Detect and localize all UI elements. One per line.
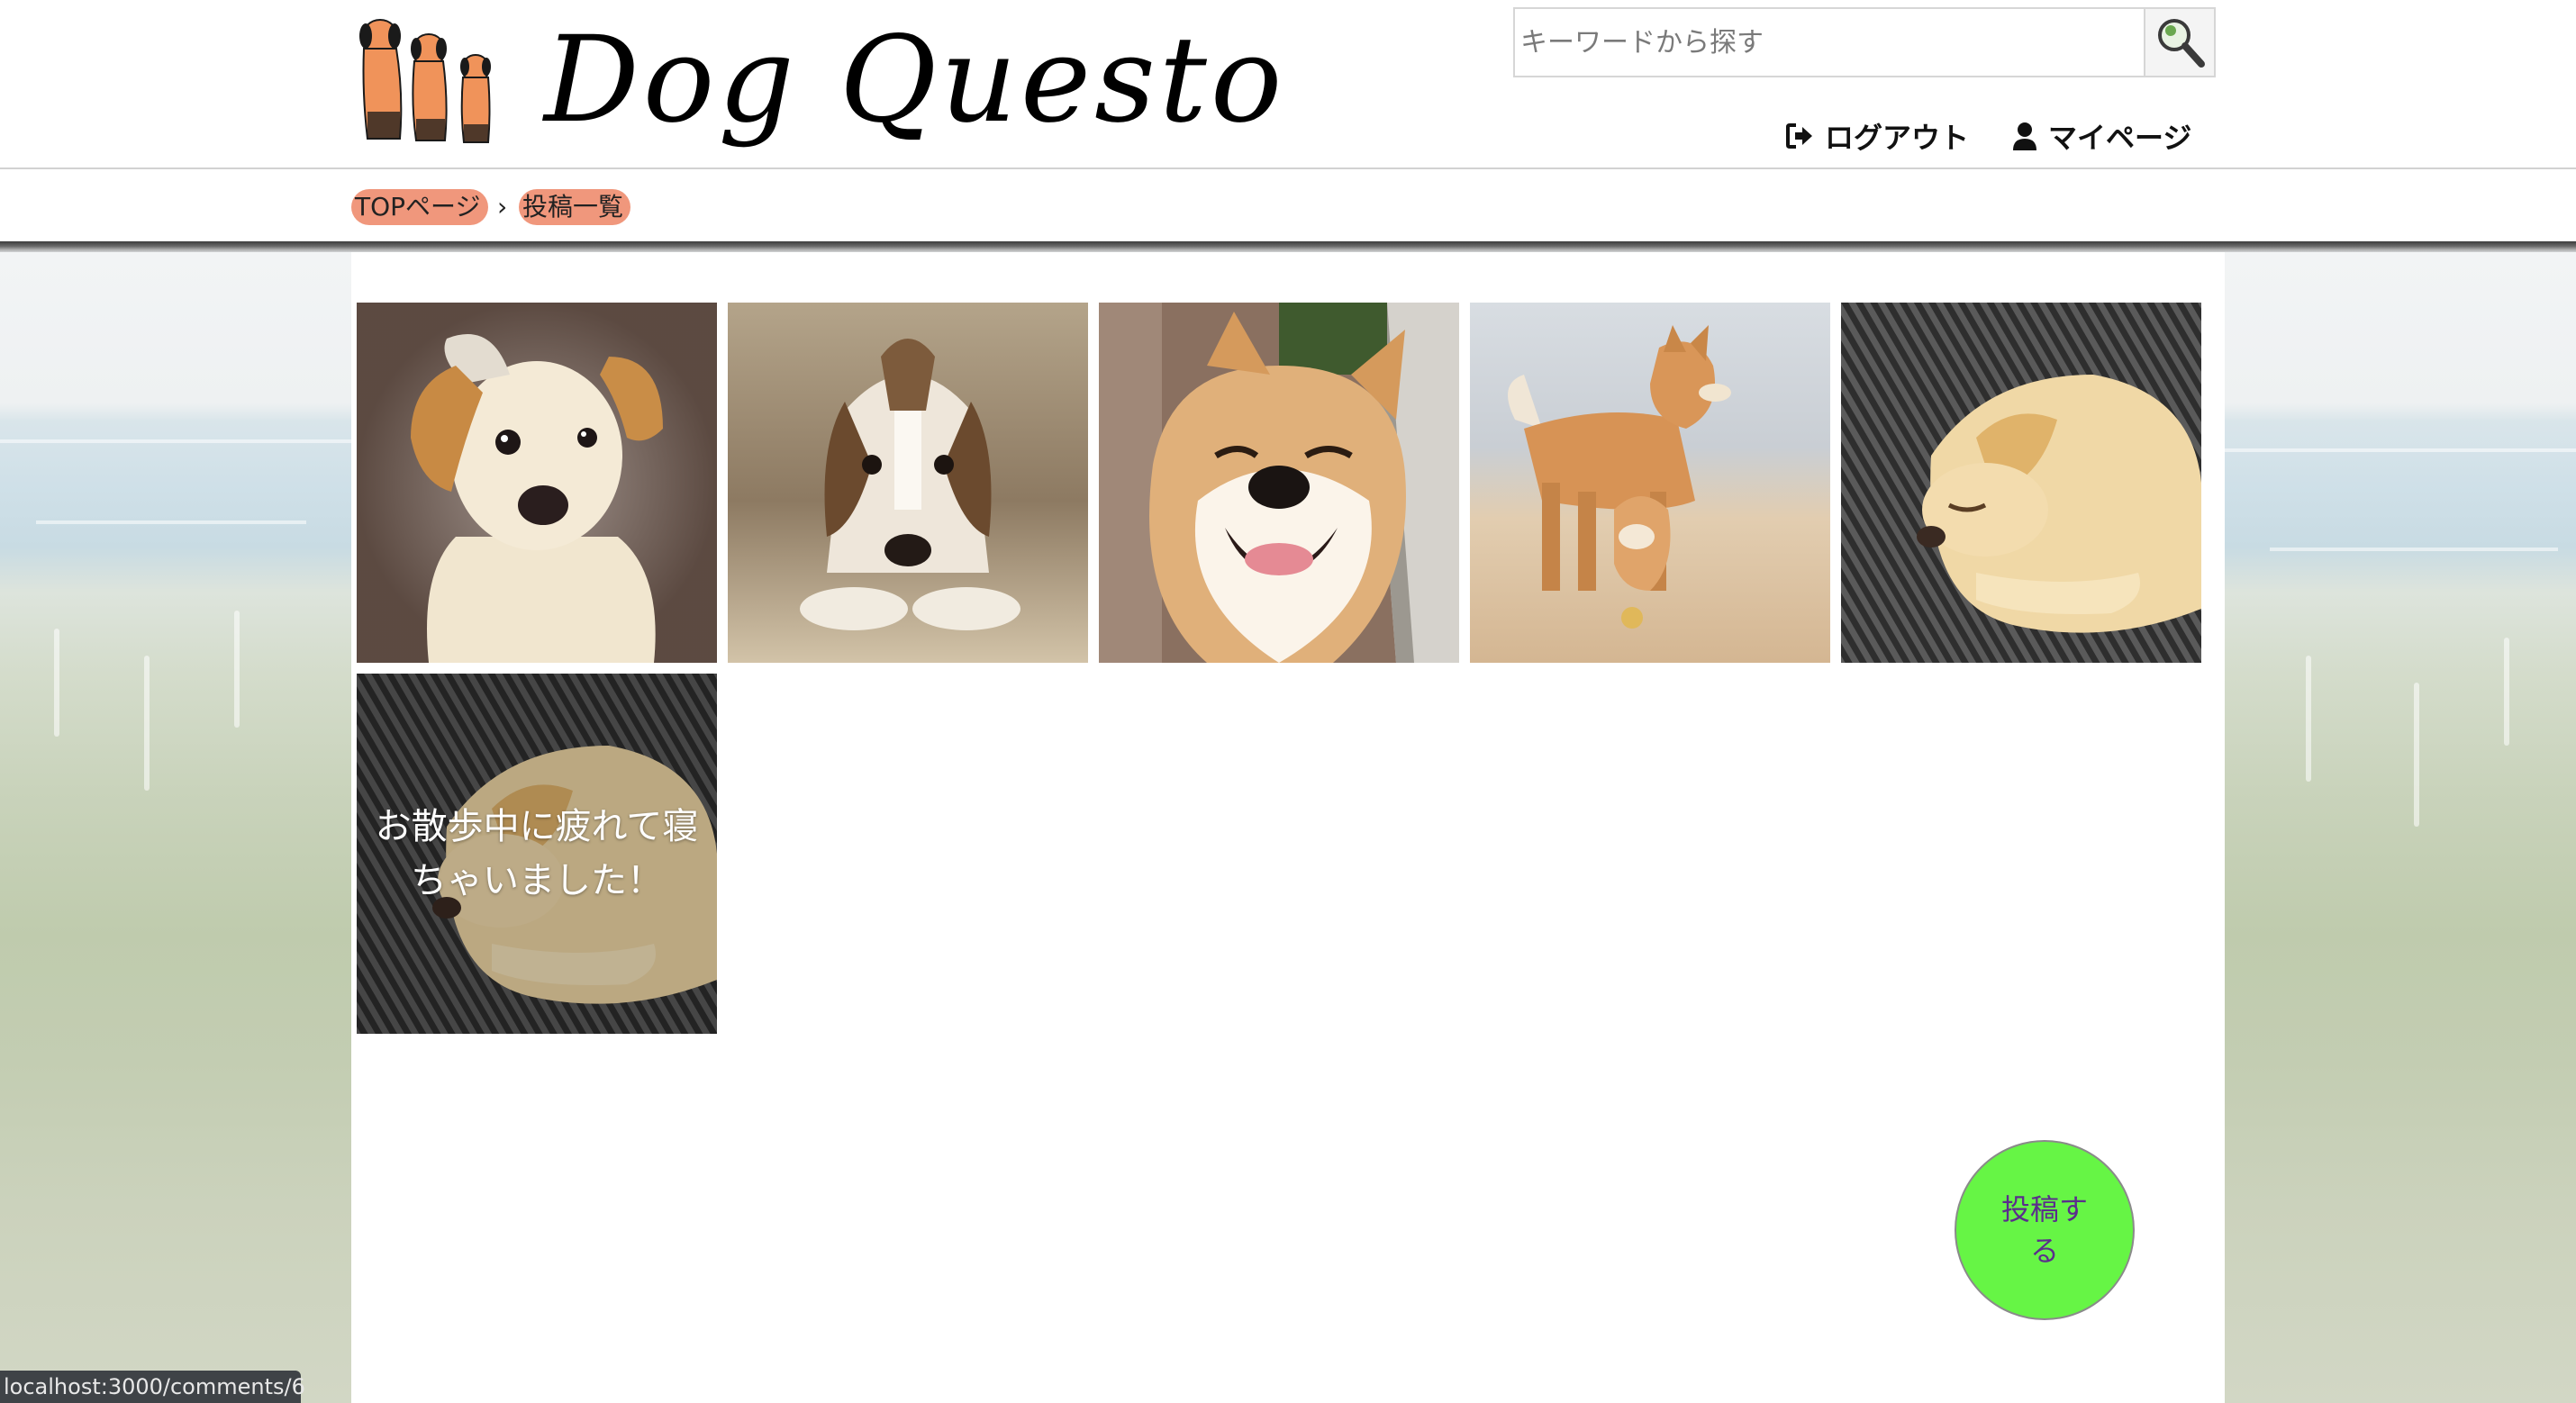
breadcrumb-item-top[interactable]: TOPページ xyxy=(351,189,488,225)
logo-dogs-icon[interactable] xyxy=(355,13,503,148)
post-photo xyxy=(357,303,717,663)
site-header: Dog Questo ログアウト マイページ xyxy=(0,0,2576,169)
post-tile[interactable] xyxy=(1470,303,1830,663)
post-photo xyxy=(1470,303,1830,663)
breadcrumb-separator: › xyxy=(497,192,508,222)
logout-label: ログアウト xyxy=(1825,121,1970,155)
mypage-link[interactable]: マイページ xyxy=(2012,115,2191,157)
header-shadow-divider xyxy=(0,241,2576,252)
post-tile[interactable] xyxy=(1841,303,2201,663)
user-icon xyxy=(2013,122,2036,150)
search-button[interactable] xyxy=(2144,7,2216,77)
post-caption: お散歩中に疲れて寝ちゃいました！ xyxy=(357,674,717,1034)
site-logo-text[interactable]: Dog Questo xyxy=(544,4,1285,157)
search-icon xyxy=(2158,19,2205,68)
post-tile[interactable] xyxy=(1099,303,1459,663)
create-post-button[interactable]: 投稿する xyxy=(1955,1140,2135,1320)
post-photo xyxy=(1099,303,1459,663)
breadcrumb-item-posts: 投稿一覧 xyxy=(519,189,630,225)
logout-link[interactable]: ログアウト xyxy=(1785,115,1969,157)
mypage-label: マイページ xyxy=(2048,121,2192,155)
post-tile[interactable] xyxy=(728,303,1088,663)
sign-out-icon xyxy=(1786,123,1812,149)
post-photo xyxy=(1841,303,2201,663)
post-tile[interactable] xyxy=(357,303,717,663)
browser-status-url: localhost:3000/comments/6 xyxy=(0,1371,305,1403)
posts-grid: お散歩中に疲れて寝ちゃいました！ xyxy=(351,252,2225,1403)
post-tile[interactable]: お散歩中に疲れて寝ちゃいました！ xyxy=(357,674,717,1034)
search-input[interactable] xyxy=(1513,7,2145,77)
post-photo xyxy=(728,303,1088,663)
